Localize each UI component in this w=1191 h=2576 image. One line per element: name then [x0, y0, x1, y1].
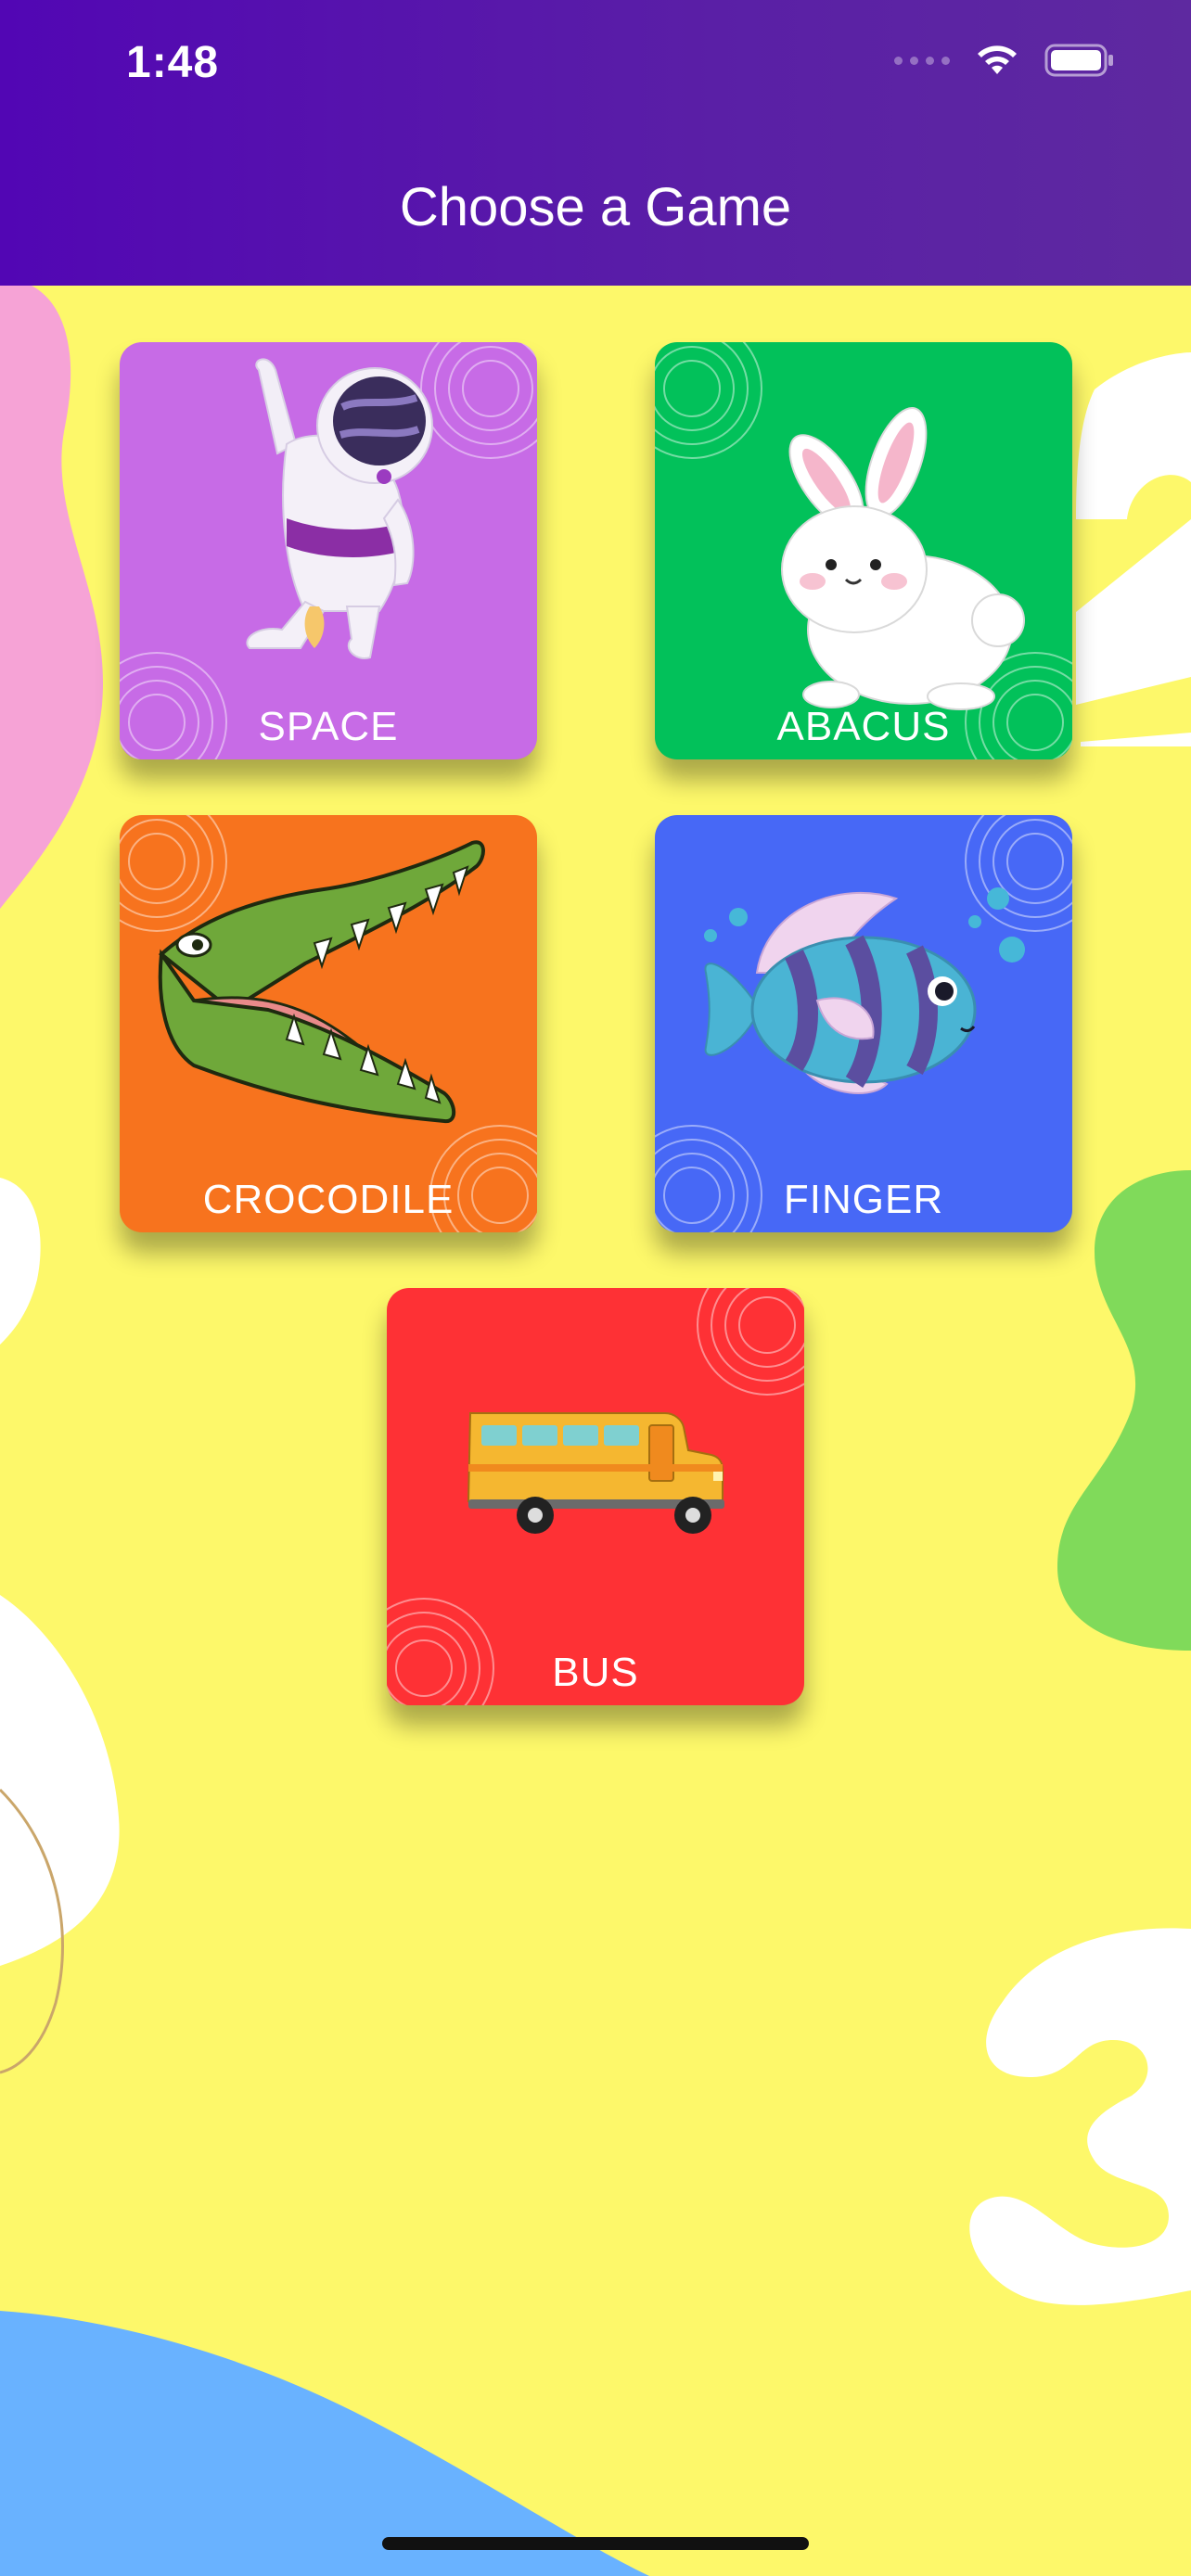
home-indicator[interactable]	[382, 2537, 809, 2550]
green-blob	[1057, 1170, 1191, 1651]
bunny-illustration	[781, 407, 1025, 710]
white-number-2	[1076, 352, 1191, 519]
status-icons	[894, 43, 1115, 78]
fish-illustration	[704, 887, 1025, 1094]
game-menu-screen: 1:48 Choose a Game SPACE ABACUS CROCODIL…	[0, 0, 1191, 2576]
school-bus-illustration	[467, 1412, 724, 1534]
battery-icon	[1044, 44, 1113, 77]
game-card-finger[interactable]: FINGER	[655, 815, 1072, 1232]
crocodile-illustration	[158, 840, 485, 1124]
game-card-bus[interactable]: BUS	[387, 1288, 804, 1705]
pink-blob	[0, 278, 103, 909]
white-number-3	[969, 1928, 1191, 2305]
game-card-label: CROCODILE	[202, 1177, 455, 1222]
game-card-crocodile[interactable]: CROCODILE	[120, 815, 537, 1232]
app-header: 1:48 Choose a Game	[0, 0, 1191, 286]
game-card-label: BUS	[552, 1650, 639, 1695]
white-blob-small	[0, 1178, 41, 1345]
game-card-label: SPACE	[258, 704, 399, 749]
page-title: Choose a Game	[399, 177, 792, 237]
game-card-label: ABACUS	[776, 704, 951, 749]
astronaut-illustration	[246, 358, 433, 659]
game-card-space[interactable]: SPACE	[120, 342, 537, 759]
cellular-signal-icon	[894, 56, 950, 65]
game-card-label: FINGER	[783, 1177, 944, 1222]
game-card-abacus[interactable]: ABACUS	[655, 342, 1072, 759]
status-time: 1:48	[126, 38, 220, 87]
wifi-icon	[978, 45, 1017, 74]
